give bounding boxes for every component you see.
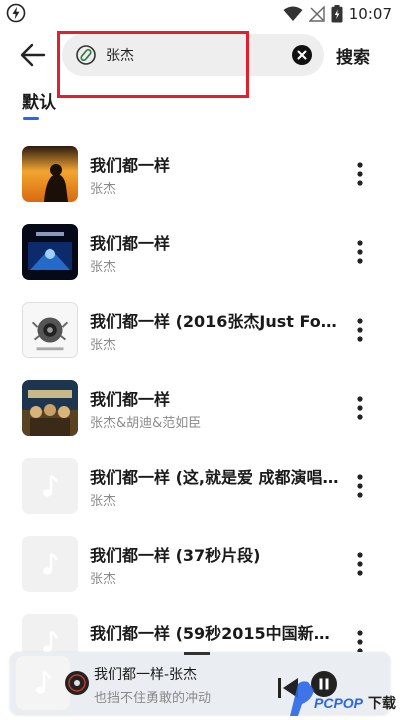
player-lyric: 也挡不住勇敢的冲动 (94, 691, 212, 706)
song-title: 我们都一样 (37秒片段) (90, 546, 261, 565)
song-title: 我们都一样 (90, 390, 171, 409)
more-vertical-icon[interactable] (352, 472, 368, 500)
song-artist: 张杰&胡迪&范如臣 (90, 416, 202, 431)
song-title: 我们都一样 (2016张杰Just For S... (90, 312, 340, 331)
more-vertical-icon[interactable] (352, 394, 368, 422)
album-cover (22, 224, 78, 280)
status-time: 10:07 (348, 5, 392, 23)
battery-icon (331, 5, 343, 23)
more-vertical-icon[interactable] (352, 550, 368, 578)
song-artist: 张杰 (90, 182, 117, 197)
album-cover (22, 302, 78, 358)
song-title: 我们都一样 (90, 234, 171, 253)
watermark-logo: PCPOP 下载 (290, 681, 396, 716)
no-signal-icon (308, 6, 325, 22)
more-vertical-icon[interactable] (352, 238, 368, 266)
song-title: 我们都一样 (这,就是爱 成都演唱... (90, 468, 340, 487)
music-search-screen: 10:07 搜索 默认 (0, 0, 400, 720)
song-artist: 张杰 (90, 494, 117, 509)
more-vertical-icon[interactable] (352, 160, 368, 188)
search-input[interactable] (106, 34, 276, 76)
more-vertical-icon[interactable] (352, 316, 368, 344)
disc-icon (65, 671, 89, 695)
player-progress-bar (184, 652, 210, 655)
link-icon (76, 45, 96, 65)
flash-icon (6, 3, 26, 23)
close-circle-icon[interactable] (292, 45, 312, 65)
list-item[interactable]: 我们都一样 张杰 (0, 218, 400, 296)
music-note-placeholder-icon (22, 458, 78, 514)
song-artist: 张杰 (90, 260, 117, 275)
svg-text:PCPOP: PCPOP (314, 695, 364, 711)
list-item[interactable]: 我们都一样 (这,就是爱 成都演唱... 张杰 (0, 452, 400, 530)
song-title: 我们都一样 (59秒2015中国新声... (90, 624, 340, 643)
music-note-icon (36, 670, 52, 694)
tab-default[interactable]: 默认 (22, 88, 56, 113)
player-cover (16, 656, 70, 710)
music-note-placeholder-icon (22, 536, 78, 592)
song-title: 我们都一样 (90, 156, 171, 175)
list-item[interactable]: 我们都一样 张杰 (0, 140, 400, 218)
player-title: 我们都一样-张杰 (94, 667, 198, 683)
tab-indicator (23, 117, 39, 120)
song-artist: 张杰 (90, 572, 117, 587)
status-icons: 10:07 (283, 4, 392, 24)
album-cover (22, 380, 78, 436)
list-item[interactable]: 我们都一样 张杰&胡迪&范如臣 (0, 374, 400, 452)
list-item[interactable]: 我们都一样 (37秒片段) 张杰 (0, 530, 400, 608)
status-bar: 10:07 (0, 0, 400, 28)
list-item[interactable]: 我们都一样 (2016张杰Just For S... 张杰 (0, 296, 400, 374)
album-cover (22, 146, 78, 202)
search-box[interactable] (62, 34, 324, 76)
search-button[interactable]: 搜索 (336, 43, 370, 68)
song-artist: 张杰 (90, 338, 117, 353)
arrow-left-icon[interactable] (18, 40, 48, 70)
wifi-icon (283, 6, 303, 21)
svg-text:下载: 下载 (368, 695, 396, 712)
